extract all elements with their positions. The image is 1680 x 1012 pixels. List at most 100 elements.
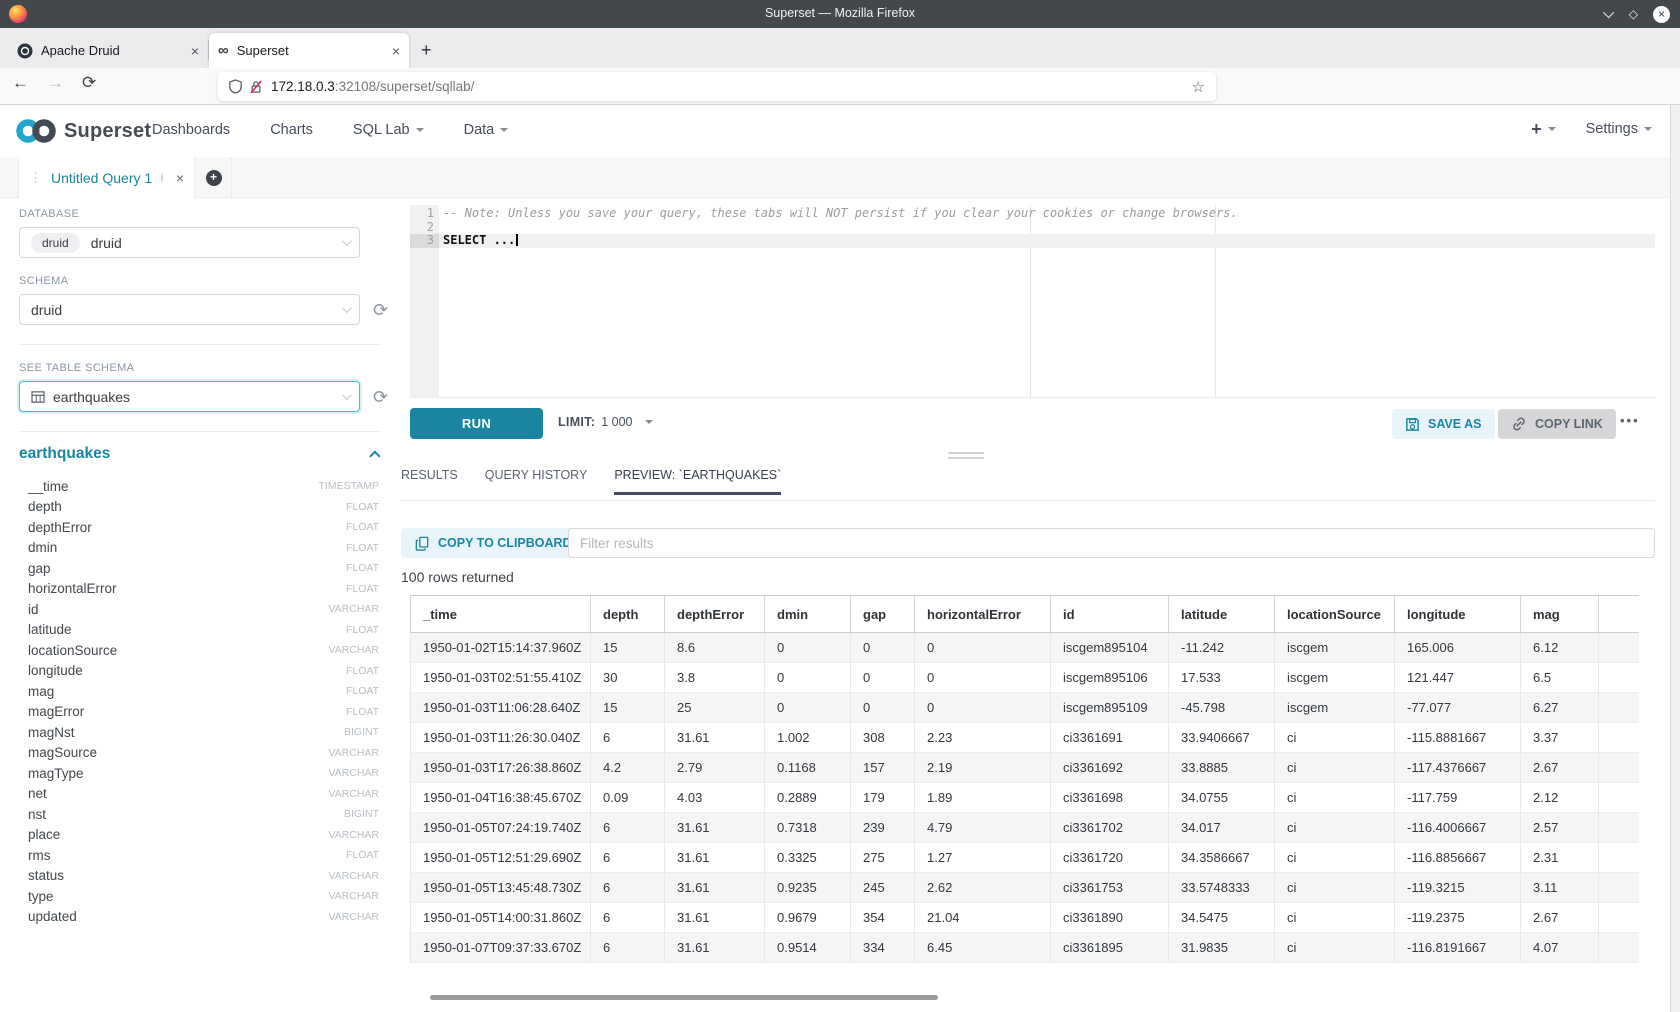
column-type: FLOAT	[346, 706, 381, 718]
results-column-header-id[interactable]: id	[1051, 596, 1169, 633]
results-column-header-latitude[interactable]: latitude	[1169, 596, 1275, 633]
table-cell: 239	[851, 813, 915, 843]
table-cell: 6.27	[1521, 693, 1599, 723]
column-type: VARCHAR	[328, 890, 381, 902]
results-column-header-dmin[interactable]: dmin	[765, 596, 851, 633]
column-type: VARCHAR	[328, 911, 381, 923]
sql-code-line: SELECT ...	[443, 233, 515, 247]
table-cell: 1950-01-05T12:51:29.690Z	[411, 843, 591, 873]
results-column-header-mag[interactable]: mag	[1521, 596, 1599, 633]
table-cell: 15	[591, 633, 665, 663]
horizontal-scrollbar[interactable]	[430, 995, 938, 1000]
table-cell: ci3361895	[1051, 933, 1169, 963]
results-column-spacer	[1599, 596, 1639, 633]
table-row: 1950-01-05T14:00:31.860Z631.610.96793542…	[411, 903, 1639, 933]
results-column-header-gap[interactable]: gap	[851, 596, 915, 633]
nav-sql-lab[interactable]: SQL Lab	[353, 122, 424, 138]
table-cell: 6	[591, 873, 665, 903]
save-as-button[interactable]: SAVE AS	[1392, 409, 1495, 439]
table-row: 1950-01-05T12:51:29.690Z631.610.33252751…	[411, 843, 1639, 873]
results-column-header-locationSource[interactable]: locationSource	[1275, 596, 1395, 633]
table-select[interactable]: earthquakes	[19, 381, 360, 412]
drag-handle-icon[interactable]: ⋮	[29, 170, 42, 186]
table-cell: 3.37	[1521, 723, 1599, 753]
results-column-header-_time[interactable]: _time	[411, 596, 591, 633]
table-cell: 31.61	[665, 933, 765, 963]
query-tab-active[interactable]: ⋮ Untitled Query 1 ×	[18, 157, 195, 198]
tab-close-icon[interactable]: ×	[191, 44, 199, 58]
table-cell: 245	[851, 873, 915, 903]
nav-charts[interactable]: Charts	[270, 122, 313, 138]
table-cell: 1950-01-03T11:06:28.640Z	[411, 693, 591, 723]
query-tab-close-icon[interactable]: ×	[176, 170, 184, 186]
superset-brand[interactable]: Superset	[14, 116, 151, 146]
nav-data[interactable]: Data	[464, 122, 509, 138]
pane-resize-handle[interactable]	[948, 452, 984, 462]
tab-results[interactable]: RESULTS	[401, 468, 458, 495]
add-query-tab-button[interactable]: +	[196, 157, 232, 198]
table-schema-title[interactable]: earthquakes	[19, 445, 110, 463]
caret-down-icon	[1644, 127, 1652, 131]
tab-close-icon[interactable]: ×	[392, 44, 400, 58]
table-cell: 0.3325	[765, 843, 851, 873]
settings-menu[interactable]: Settings	[1586, 121, 1652, 137]
results-column-header-depthError[interactable]: depthError	[665, 596, 765, 633]
table-row: 1950-01-05T07:24:19.740Z631.610.73182394…	[411, 813, 1639, 843]
table-cell: ci	[1275, 753, 1395, 783]
table-cell: 6.45	[915, 933, 1051, 963]
column-type: FLOAT	[346, 624, 381, 636]
table-cell: ci3361698	[1051, 783, 1169, 813]
table-cell: 6	[591, 843, 665, 873]
schema-column-item: rmsFLOAT	[19, 845, 381, 866]
insecure-lock-icon[interactable]	[250, 80, 262, 94]
limit-dropdown[interactable]: LIMIT: 1 000	[558, 415, 653, 429]
table-cell: 4.07	[1521, 933, 1599, 963]
back-icon[interactable]: ←	[12, 74, 29, 91]
schema-column-item: latitudeFLOAT	[19, 620, 381, 641]
table-cell: 1950-01-03T02:51:55.410Z	[411, 663, 591, 693]
forward-icon[interactable]: →	[47, 74, 64, 91]
window-maximize-icon[interactable]: ◇	[1629, 8, 1638, 20]
table-cell: -115.8881667	[1395, 723, 1521, 753]
refresh-schemas-icon[interactable]: ⟳	[373, 301, 388, 319]
window-close-icon[interactable]: ×	[1653, 6, 1670, 23]
new-item-button[interactable]: +	[1531, 120, 1556, 138]
nav-dashboards[interactable]: Dashboards	[152, 122, 230, 138]
save-icon	[1405, 417, 1420, 432]
browser-tab-superset[interactable]: ∞ Superset ×	[209, 33, 409, 68]
filter-results-input[interactable]	[568, 528, 1655, 558]
results-column-header-depth[interactable]: depth	[591, 596, 665, 633]
column-name: type	[28, 889, 54, 904]
tab-query-history[interactable]: QUERY HISTORY	[485, 468, 588, 495]
sql-editor[interactable]: 1 2 3 -- Note: Unless you save your quer…	[410, 205, 1655, 398]
run-button[interactable]: RUN	[410, 408, 543, 439]
schema-select[interactable]: druid	[19, 294, 360, 325]
browser-tab-apache-druid[interactable]: Apache Druid ×	[8, 33, 208, 68]
bookmark-star-icon[interactable]: ☆	[1192, 78, 1205, 96]
more-actions-button[interactable]: •••	[1620, 413, 1640, 428]
refresh-tables-icon[interactable]: ⟳	[373, 388, 388, 406]
column-type: BIGINT	[344, 726, 381, 738]
window-title: Superset — Mozilla Firefox	[0, 6, 1680, 20]
table-cell: 31.9835	[1169, 933, 1275, 963]
results-table-container: _timedepthdepthErrordmingaphorizontalErr…	[410, 595, 1655, 964]
table-cell: ci	[1275, 843, 1395, 873]
page-scrollbar[interactable]	[1670, 105, 1680, 1012]
table-cell: 6	[591, 723, 665, 753]
schema-label: SCHEMA	[19, 275, 400, 287]
plus-icon: +	[1531, 120, 1542, 138]
results-column-header-horizontalError[interactable]: horizontalError	[915, 596, 1051, 633]
database-select[interactable]: druid druid	[19, 227, 360, 258]
url-bar[interactable]: 172.18.0.3:32108/superset/sqllab/ ☆	[218, 72, 1216, 101]
table-cell: -117.4376667	[1395, 753, 1521, 783]
collapse-chevron-icon[interactable]	[369, 450, 380, 461]
copy-link-button[interactable]: COPY LINK	[1498, 409, 1616, 439]
line-number: 3	[410, 234, 439, 248]
tracking-shield-icon[interactable]	[229, 79, 242, 94]
reload-icon[interactable]: ⟳	[82, 74, 96, 91]
copy-to-clipboard-button[interactable]: COPY TO CLIPBOARD	[401, 528, 586, 558]
new-tab-button[interactable]: +	[421, 41, 432, 59]
results-column-header-longitude[interactable]: longitude	[1395, 596, 1521, 633]
table-row: 1950-01-04T16:38:45.670Z0.094.030.288917…	[411, 783, 1639, 813]
tab-preview-earthquakes[interactable]: PREVIEW: `EARTHQUAKES`	[614, 468, 781, 495]
